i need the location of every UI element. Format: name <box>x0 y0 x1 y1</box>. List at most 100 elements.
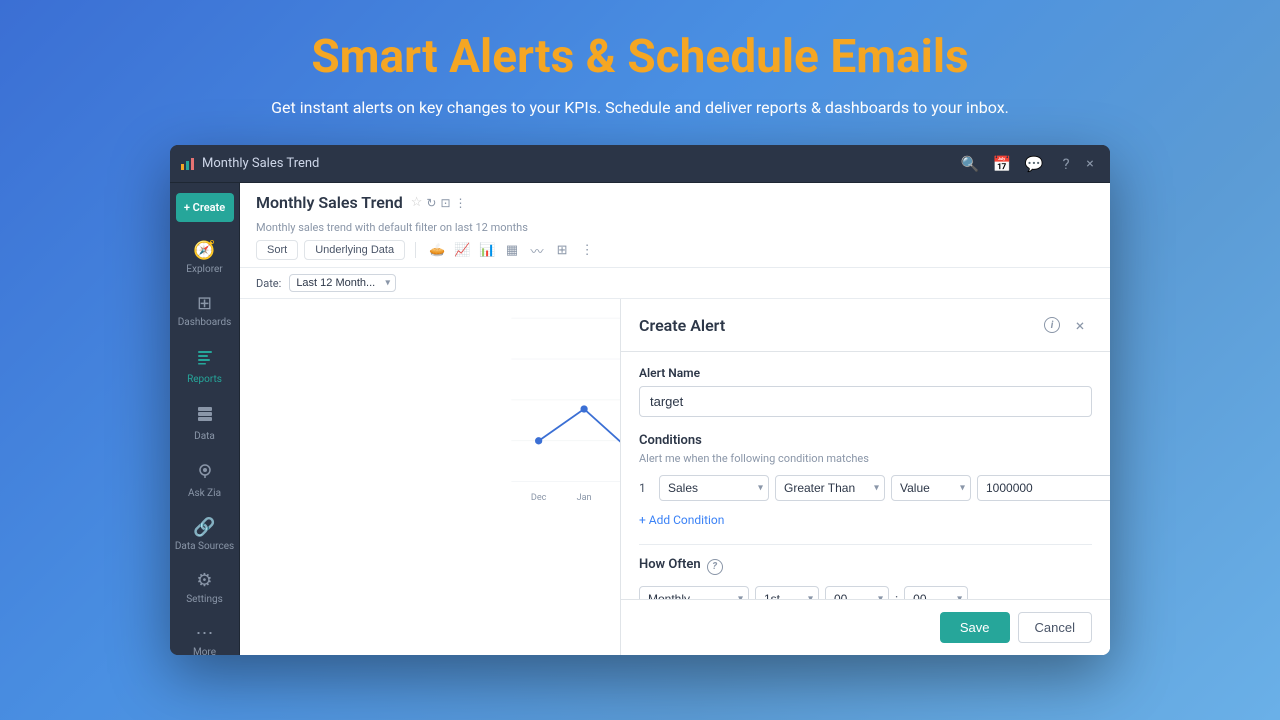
condition-field-select[interactable]: Sales <box>659 475 769 501</box>
reports-icon <box>196 348 214 370</box>
condition-value-input[interactable] <box>977 475 1110 501</box>
conditions-label: Conditions <box>639 433 1092 448</box>
chart-type-icons: 🥧 📈 📊 ▦ 〰 ⊞ ⋮ <box>426 239 598 261</box>
add-condition-link[interactable]: + Add Condition <box>639 513 724 527</box>
time-colon: : <box>895 592 898 600</box>
data-icon <box>196 405 214 427</box>
more-chart-types-icon[interactable]: ⊞ <box>551 239 573 261</box>
sidebar-item-more[interactable]: ⋯ More <box>170 615 239 655</box>
chart-title-icons: ☆ ↻ ⊡ ⋮ <box>411 195 467 210</box>
sort-button[interactable]: Sort <box>256 240 298 260</box>
ask-zia-icon <box>196 462 214 484</box>
toolbar-separator <box>415 242 416 258</box>
panel-header-icons: i × <box>1044 313 1092 337</box>
alert-name-label: Alert Name <box>639 366 1092 380</box>
app-window: Monthly Sales Trend 🔍 📅 💬 ? × + Create 🧭… <box>170 145 1110 655</box>
panel-body: Alert Name Conditions Alert me when the … <box>621 352 1110 599</box>
title-bar: Monthly Sales Trend 🔍 📅 💬 ? × <box>170 145 1110 183</box>
more-chart-options-icon[interactable]: ⋮ <box>576 239 598 261</box>
how-often-label: How Often <box>639 557 701 572</box>
frequency-select[interactable]: Monthly <box>639 586 749 599</box>
bar-chart-icon[interactable]: 📊 <box>476 239 498 261</box>
condition-type-select[interactable]: Value <box>891 475 971 501</box>
star-icon[interactable]: ☆ <box>411 195 423 210</box>
panel-header: Create Alert i × <box>621 299 1110 352</box>
sidebar-label-data-sources: Data Sources <box>175 541 234 552</box>
condition-field-wrapper: Sales <box>659 475 769 501</box>
conditions-sublabel: Alert me when the following condition ma… <box>639 452 1092 465</box>
sidebar-label-ask-zia: Ask Zia <box>188 488 221 499</box>
sidebar: + Create 🧭 Explorer ⊞ Dashboards <box>170 183 240 655</box>
sidebar-item-settings[interactable]: ⚙ Settings <box>170 562 239 615</box>
condition-operator-select[interactable]: Greater Than <box>775 475 885 501</box>
chart-header: Monthly Sales Trend ☆ ↻ ⊡ ⋮ Monthly sale… <box>240 183 1110 268</box>
dashboards-icon: ⊞ <box>197 295 212 313</box>
panel-close-icon[interactable]: × <box>1068 313 1092 337</box>
condition-type-wrapper: Value <box>891 475 971 501</box>
alert-name-input[interactable] <box>639 386 1092 417</box>
panel-title: Create Alert <box>639 316 725 335</box>
sidebar-label-data: Data <box>194 431 215 442</box>
chart-title-row: Monthly Sales Trend ☆ ↻ ⊡ ⋮ <box>256 193 1094 212</box>
frequency-select-wrapper: Monthly <box>639 586 749 599</box>
sidebar-item-data-sources[interactable]: 🔗 Data Sources <box>170 509 239 562</box>
more-options-icon[interactable]: ⋮ <box>455 196 467 210</box>
how-often-help-icon[interactable]: ? <box>707 559 723 575</box>
cancel-button[interactable]: Cancel <box>1018 612 1092 643</box>
line-chart-icon[interactable]: 📈 <box>451 239 473 261</box>
title-bar-text: Monthly Sales Trend <box>202 156 956 171</box>
explorer-icon: 🧭 <box>193 242 215 260</box>
date-select-wrapper: Last 12 Month... <box>289 274 396 292</box>
minute-select-wrapper: 00 <box>904 586 968 599</box>
panel-help-icon[interactable]: i <box>1044 317 1060 333</box>
column-chart-icon[interactable]: ▦ <box>501 239 523 261</box>
sidebar-item-reports[interactable]: Reports <box>170 338 239 395</box>
settings-icon: ⚙ <box>196 572 212 590</box>
sidebar-item-explorer[interactable]: 🧭 Explorer <box>170 232 239 285</box>
area-chart-icon[interactable]: 〰 <box>526 239 548 261</box>
more-icon: ⋯ <box>196 625 214 643</box>
sidebar-item-ask-zia[interactable]: Ask Zia <box>170 452 239 509</box>
day-select[interactable]: 1st <box>755 586 819 599</box>
how-often-row: Monthly 1st 00 <box>639 586 1092 599</box>
date-label: Date: <box>256 277 281 290</box>
svg-text:Jan: Jan <box>577 493 592 503</box>
hero-title: Smart Alerts & Schedule Emails <box>311 30 968 84</box>
svg-text:Dec: Dec <box>531 493 547 503</box>
save-button[interactable]: Save <box>940 612 1010 643</box>
title-bar-actions: 🔍 📅 💬 ? <box>956 150 1080 178</box>
search-btn[interactable]: 🔍 <box>956 150 984 178</box>
date-row: Date: Last 12 Month... <box>240 268 1110 299</box>
chart-title: Monthly Sales Trend <box>256 193 403 212</box>
sidebar-label-reports: Reports <box>187 374 222 385</box>
how-often-group: How Often ? Monthly <box>639 557 1092 599</box>
alert-name-group: Alert Name <box>639 366 1092 417</box>
underlying-data-button[interactable]: Underlying Data <box>304 240 405 260</box>
sidebar-label-explorer: Explorer <box>186 264 222 275</box>
sidebar-label-settings: Settings <box>186 594 223 605</box>
hour-select[interactable]: 00 <box>825 586 889 599</box>
expand-icon[interactable]: ⊡ <box>440 196 450 210</box>
date-select[interactable]: Last 12 Month... <box>289 274 396 292</box>
chat-btn[interactable]: 💬 <box>1020 150 1048 178</box>
content-area: Monthly Sales Trend ☆ ↻ ⊡ ⋮ Monthly sale… <box>240 183 1110 655</box>
calendar-btn[interactable]: 📅 <box>988 150 1016 178</box>
conditions-group: Conditions Alert me when the following c… <box>639 433 1092 528</box>
conditions-row: 1 Sales Greater Than <box>639 475 1092 501</box>
sidebar-item-dashboards[interactable]: ⊞ Dashboards <box>170 285 239 338</box>
sidebar-item-data[interactable]: Data <box>170 395 239 452</box>
data-sources-icon: 🔗 <box>193 519 215 537</box>
day-select-wrapper: 1st <box>755 586 819 599</box>
close-btn[interactable]: × <box>1080 154 1100 174</box>
main-layout: + Create 🧭 Explorer ⊞ Dashboards <box>170 183 1110 655</box>
chart-toolbar: Sort Underlying Data 🥧 📈 📊 ▦ 〰 ⊞ ⋮ <box>256 239 1094 261</box>
chart-area: Dec Jan Feb Mar Apr May Jun Create Alert… <box>240 299 1110 655</box>
create-button[interactable]: + Create <box>176 193 234 222</box>
refresh-icon[interactable]: ↻ <box>426 196 436 210</box>
help-btn[interactable]: ? <box>1052 150 1080 178</box>
pie-chart-icon[interactable]: 🥧 <box>426 239 448 261</box>
minute-select[interactable]: 00 <box>904 586 968 599</box>
chart-icon <box>180 156 196 172</box>
hero-subtitle: Get instant alerts on key changes to you… <box>271 98 1009 117</box>
chart-subtitle: Monthly sales trend with default filter … <box>256 221 528 234</box>
